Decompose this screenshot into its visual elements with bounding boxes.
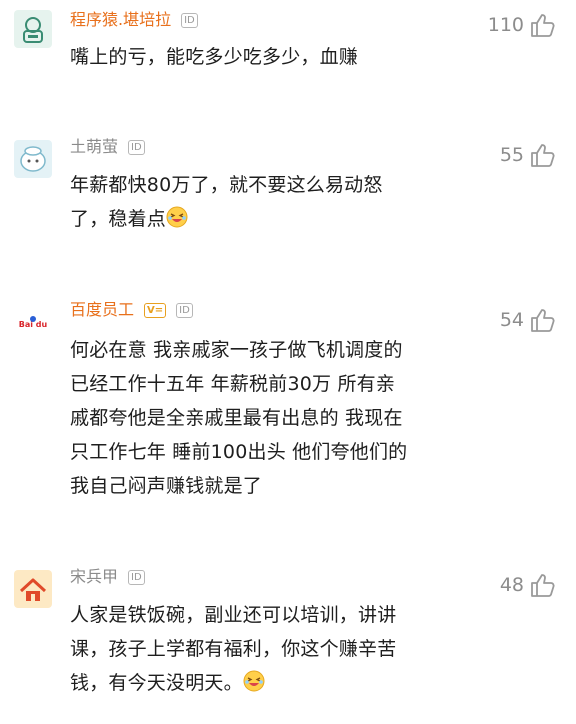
thumbs-up-icon: [530, 12, 556, 38]
like-count: 48: [499, 574, 524, 596]
comment-text: 何必在意 我亲戚家一孩子做飞机调度的 已经工作十五年 年薪税前30万 所有亲 戚…: [70, 333, 480, 503]
username[interactable]: 百度员工: [70, 298, 134, 322]
id-badge: ID: [181, 12, 198, 28]
comment-line: 何必在意 我亲戚家一孩子做飞机调度的: [70, 339, 403, 361]
comment-line: 课，孩子上学都有福利，你这个赚辛苦: [70, 638, 397, 660]
user-avatar[interactable]: [14, 570, 52, 608]
comment-line: 戚都夸他是全亲戚里最有出息的 我现在: [70, 407, 403, 429]
thumbs-up-icon: [530, 307, 556, 333]
like-button[interactable]: 48: [500, 570, 556, 600]
like-button[interactable]: 110: [488, 10, 556, 40]
comment-text: 人家是铁饭碗，副业还可以培训，讲讲 课，孩子上学都有福利，你这个赚辛苦 钱，有今…: [70, 598, 480, 700]
like-button[interactable]: 55: [500, 140, 556, 170]
comment-line: 人家是铁饭碗，副业还可以培训，讲讲: [70, 604, 397, 626]
comment-line: 钱，有今天没明天。: [70, 672, 243, 694]
user-avatar[interactable]: [14, 10, 52, 48]
thumbs-up-icon: [530, 572, 556, 598]
thumbs-up-icon: [530, 142, 556, 168]
comment-text: 年薪都快80万了，就不要这么易动怒 了，稳着点: [70, 168, 480, 236]
like-button[interactable]: 54: [500, 305, 556, 335]
id-badge: ID: [128, 139, 145, 155]
id-badge: ID: [128, 569, 145, 585]
comment-line: 嘴上的亏，能吃多少吃多少，血赚: [70, 46, 359, 68]
like-count: 54: [499, 309, 524, 331]
comment-line: 我自己闷声赚钱就是了: [70, 475, 263, 497]
laughing-emoji-icon: [166, 205, 188, 228]
like-count: 55: [499, 144, 524, 166]
comment-line: 已经工作十五年 年薪税前30万 所有亲: [70, 373, 396, 395]
comment-text: 嘴上的亏，能吃多少吃多少，血赚: [70, 40, 480, 74]
like-count: 110: [487, 14, 524, 36]
verified-badge: V=: [144, 302, 167, 318]
username[interactable]: 程序猿.堪培拉: [70, 8, 171, 32]
user-avatar[interactable]: [14, 140, 52, 178]
username[interactable]: 土萌萤: [70, 135, 118, 159]
id-badge: ID: [176, 302, 193, 318]
comment-line: 只工作七年 睡前100出头 他们夸他们的: [70, 441, 408, 463]
comment-line: 年薪都快80万了，就不要这么易动怒: [70, 174, 383, 196]
user-avatar[interactable]: Bai du: [14, 305, 52, 343]
laughing-emoji-icon: [243, 669, 265, 692]
username[interactable]: 宋兵甲: [70, 565, 118, 589]
comment-line: 了，稳着点: [70, 208, 167, 230]
